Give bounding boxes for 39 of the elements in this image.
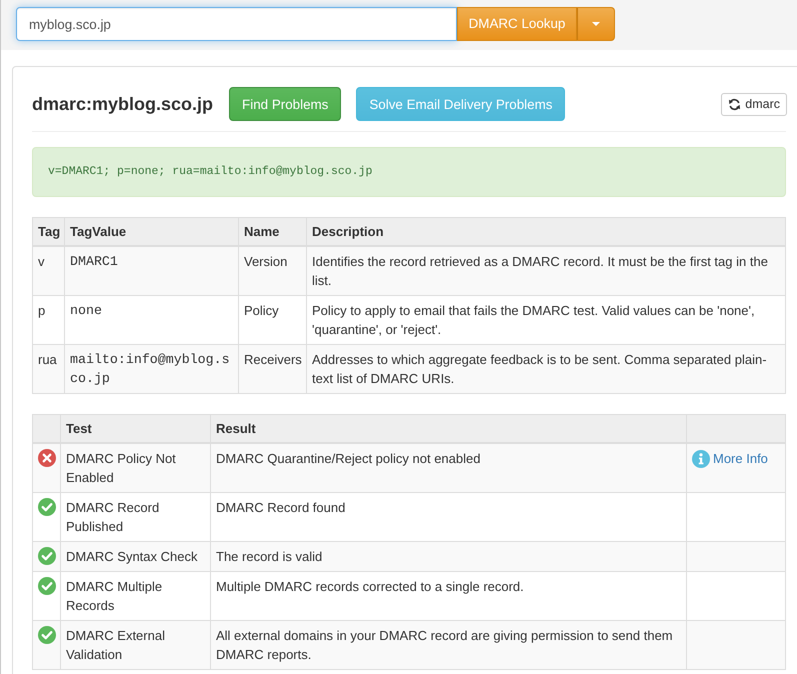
table-cell: Multiple DMARC records corrected to a single record. <box>210 572 686 620</box>
column-header: Tag <box>32 218 64 246</box>
refresh-button[interactable]: dmarc <box>721 92 787 116</box>
info-icon <box>692 450 710 468</box>
table-cell: Addresses to which aggregate feedback is to be sent. Comma separated plain-text list of DMARC URIs. <box>306 344 786 394</box>
table-cell: rua <box>32 344 64 394</box>
column-header: Name <box>238 218 306 246</box>
column-header: Description <box>306 218 786 246</box>
table-cell: p <box>32 296 64 344</box>
refresh-icon <box>728 98 742 110</box>
table-cell: none <box>64 296 238 344</box>
table-cell: mailto:info@myblog.sco.jp <box>64 344 238 394</box>
action-button[interactable]: Find Problems <box>229 87 342 121</box>
lookup-button[interactable]: DMARC Lookup <box>457 7 577 41</box>
caret-icon <box>592 22 600 26</box>
table-cell: Version <box>238 246 306 296</box>
table-cell: Receivers <box>238 344 306 394</box>
table-cell: Policy to apply to email that fails the DMARC test. Valid values can be 'none', 'quarantine', or 'reject'. <box>306 296 786 344</box>
table-cell: DMARC Record Published <box>60 492 210 542</box>
table-cell: DMARC1 <box>64 246 238 296</box>
table-cell: DMARC Policy Not Enabled <box>60 443 210 492</box>
table-cell: DMARC Record found <box>210 492 686 542</box>
column-header: Test <box>60 414 210 443</box>
table-cell: DMARC Syntax Check <box>60 542 210 572</box>
table-cell: All external domains in your DMARC record are giving permission to send them DMARC reports. <box>210 620 686 670</box>
column-header: Result <box>210 414 686 443</box>
table-cell: v <box>32 246 64 296</box>
domain-input[interactable]: myblog.sco.jp <box>16 7 457 41</box>
table-cell: Identifies the record retrieved as a DMARC record. It must be the first tag in the list. <box>306 246 786 296</box>
table-cell: Policy <box>238 296 306 344</box>
table-cell: DMARC Multiple Records <box>60 572 210 620</box>
record-title: dmarc:myblog.sco.jp <box>32 93 214 115</box>
record-text: v=DMARC1; p=none; rua=mailto:info@myblog.sco.jp <box>32 147 786 197</box>
column-header: TagValue <box>64 218 238 246</box>
table-cell: The record is valid <box>210 542 686 572</box>
dropdown-button[interactable] <box>577 7 615 41</box>
action-button[interactable]: Solve Email Delivery Problems <box>356 87 566 121</box>
table-cell: DMARC Quarantine/Reject policy not enabled <box>210 443 686 492</box>
table-cell: DMARC External Validation <box>60 620 210 670</box>
